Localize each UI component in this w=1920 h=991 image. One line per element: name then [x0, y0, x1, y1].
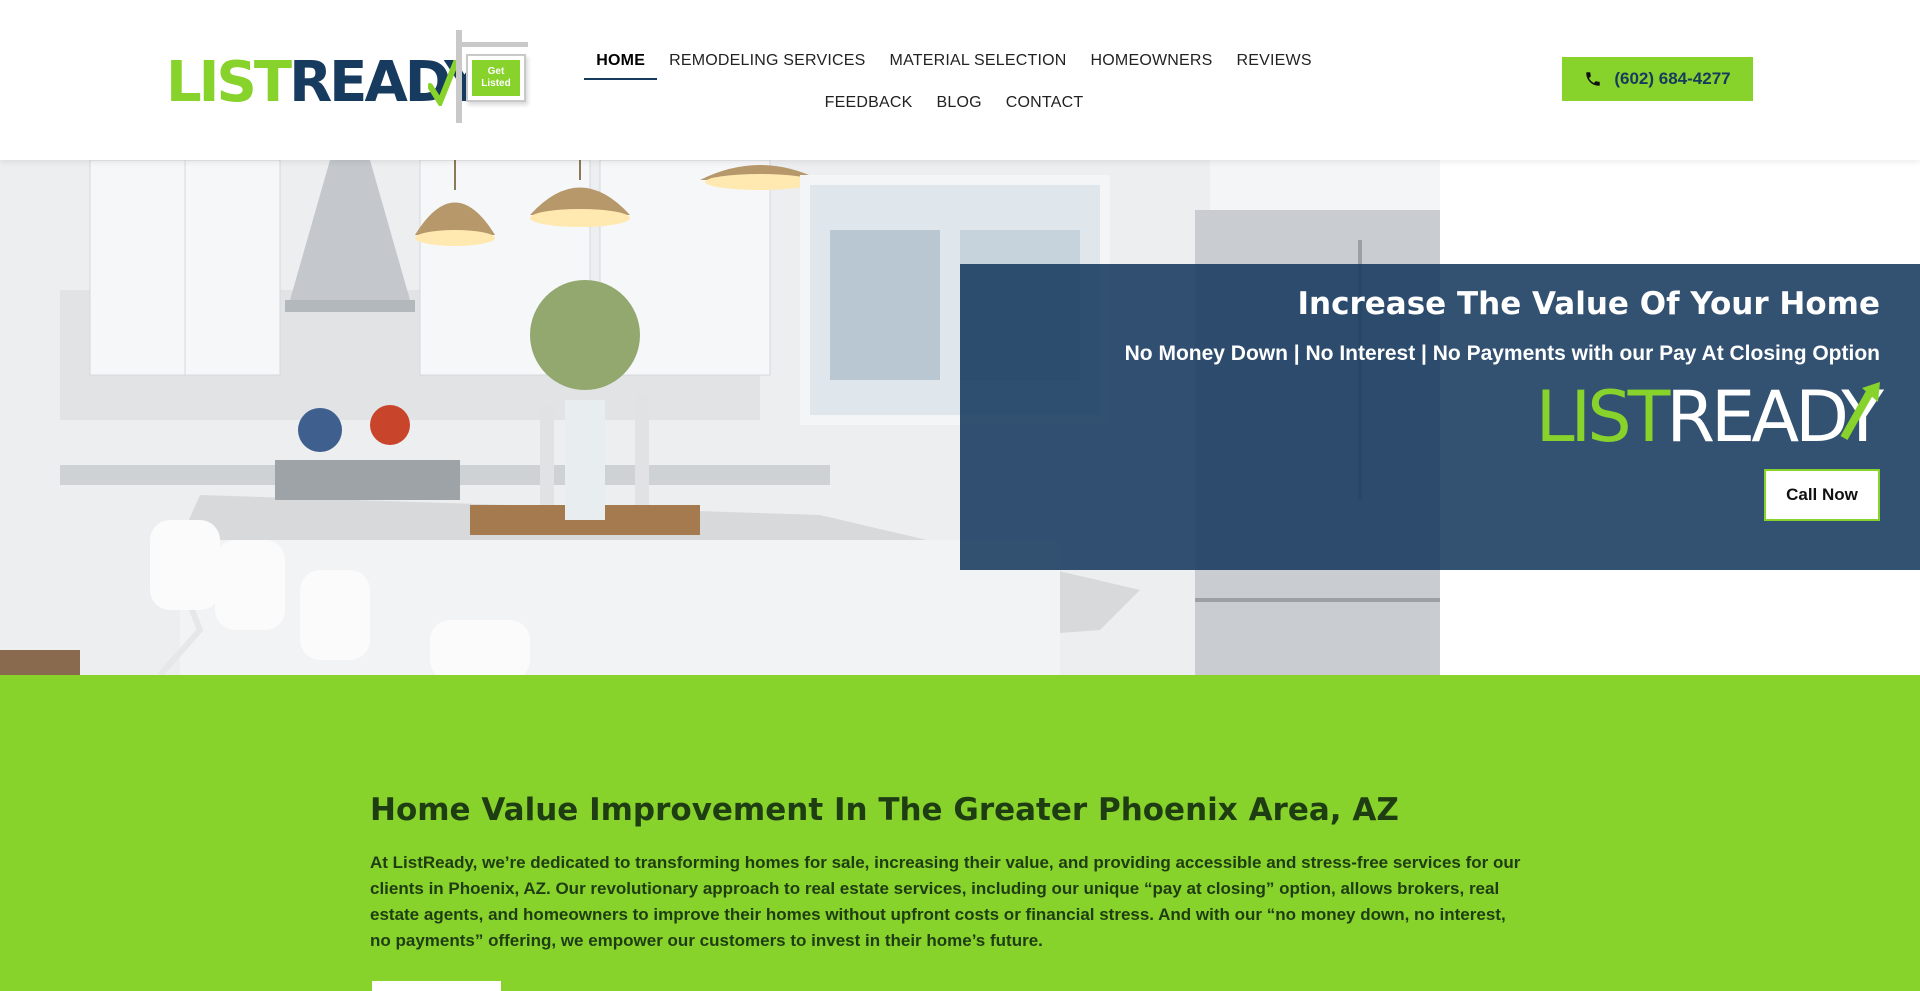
- nav-row-1: HOME REMODELING SERVICES MATERIAL SELECT…: [584, 48, 1312, 80]
- hero-title: Increase The Value Of Your Home: [1297, 286, 1881, 322]
- intro-title: Home Value Improvement In The Greater Ph…: [370, 792, 1399, 828]
- intro-button-partial[interactable]: [372, 981, 501, 991]
- call-now-button[interactable]: Call Now: [1764, 469, 1880, 521]
- intro-paragraph: At ListReady, we’re dedicated to transfo…: [370, 853, 1521, 950]
- phone-number: (602) 684-4277: [1614, 69, 1731, 88]
- intro-section: Home Value Improvement In The Greater Ph…: [0, 675, 1920, 991]
- hero-section: Increase The Value Of Your Home No Money…: [0, 160, 1920, 675]
- logo-sign-label: Get Listed: [472, 60, 520, 96]
- logo-sign: Get Listed: [466, 54, 526, 102]
- main-nav: HOME REMODELING SERVICES MATERIAL SELECT…: [584, 48, 1312, 120]
- nav-blog[interactable]: BLOG: [925, 90, 994, 120]
- phone-call-button[interactable]: (602) 684-4277: [1562, 57, 1753, 101]
- hero-subtitle: No Money Down | No Interest | No Payment…: [1124, 342, 1880, 365]
- nav-home[interactable]: HOME: [584, 48, 658, 80]
- nav-homeowners[interactable]: HOMEOWNERS: [1079, 48, 1225, 80]
- hero-overlay-panel: Increase The Value Of Your Home No Money…: [960, 264, 1920, 570]
- logo-sign-arm: [456, 42, 528, 47]
- nav-material-selection[interactable]: MATERIAL SELECTION: [878, 48, 1079, 80]
- logo-sign-line1: Get: [487, 66, 505, 77]
- phone-icon: [1586, 72, 1601, 86]
- site-header: LISTREADY Get Listed HOME REMODELING SER…: [0, 0, 1920, 160]
- hero-logo: LISTREADY: [1536, 382, 1884, 452]
- nav-feedback[interactable]: FEEDBACK: [813, 90, 925, 120]
- logo-checkmark-icon: [428, 60, 458, 106]
- nav-row-2: FEEDBACK BLOG CONTACT: [604, 90, 1304, 120]
- hero-logo-list: LIST: [1535, 376, 1671, 458]
- hero-logo-arrow-icon: [1840, 382, 1880, 440]
- nav-reviews[interactable]: REVIEWS: [1225, 48, 1324, 80]
- site-logo[interactable]: LISTREADY Get Listed: [166, 30, 536, 125]
- logo-list-text: LIST: [166, 50, 292, 115]
- logo-sign-line2: Listed: [481, 78, 511, 89]
- nav-remodeling-services[interactable]: REMODELING SERVICES: [657, 48, 877, 80]
- nav-contact[interactable]: CONTACT: [994, 90, 1096, 120]
